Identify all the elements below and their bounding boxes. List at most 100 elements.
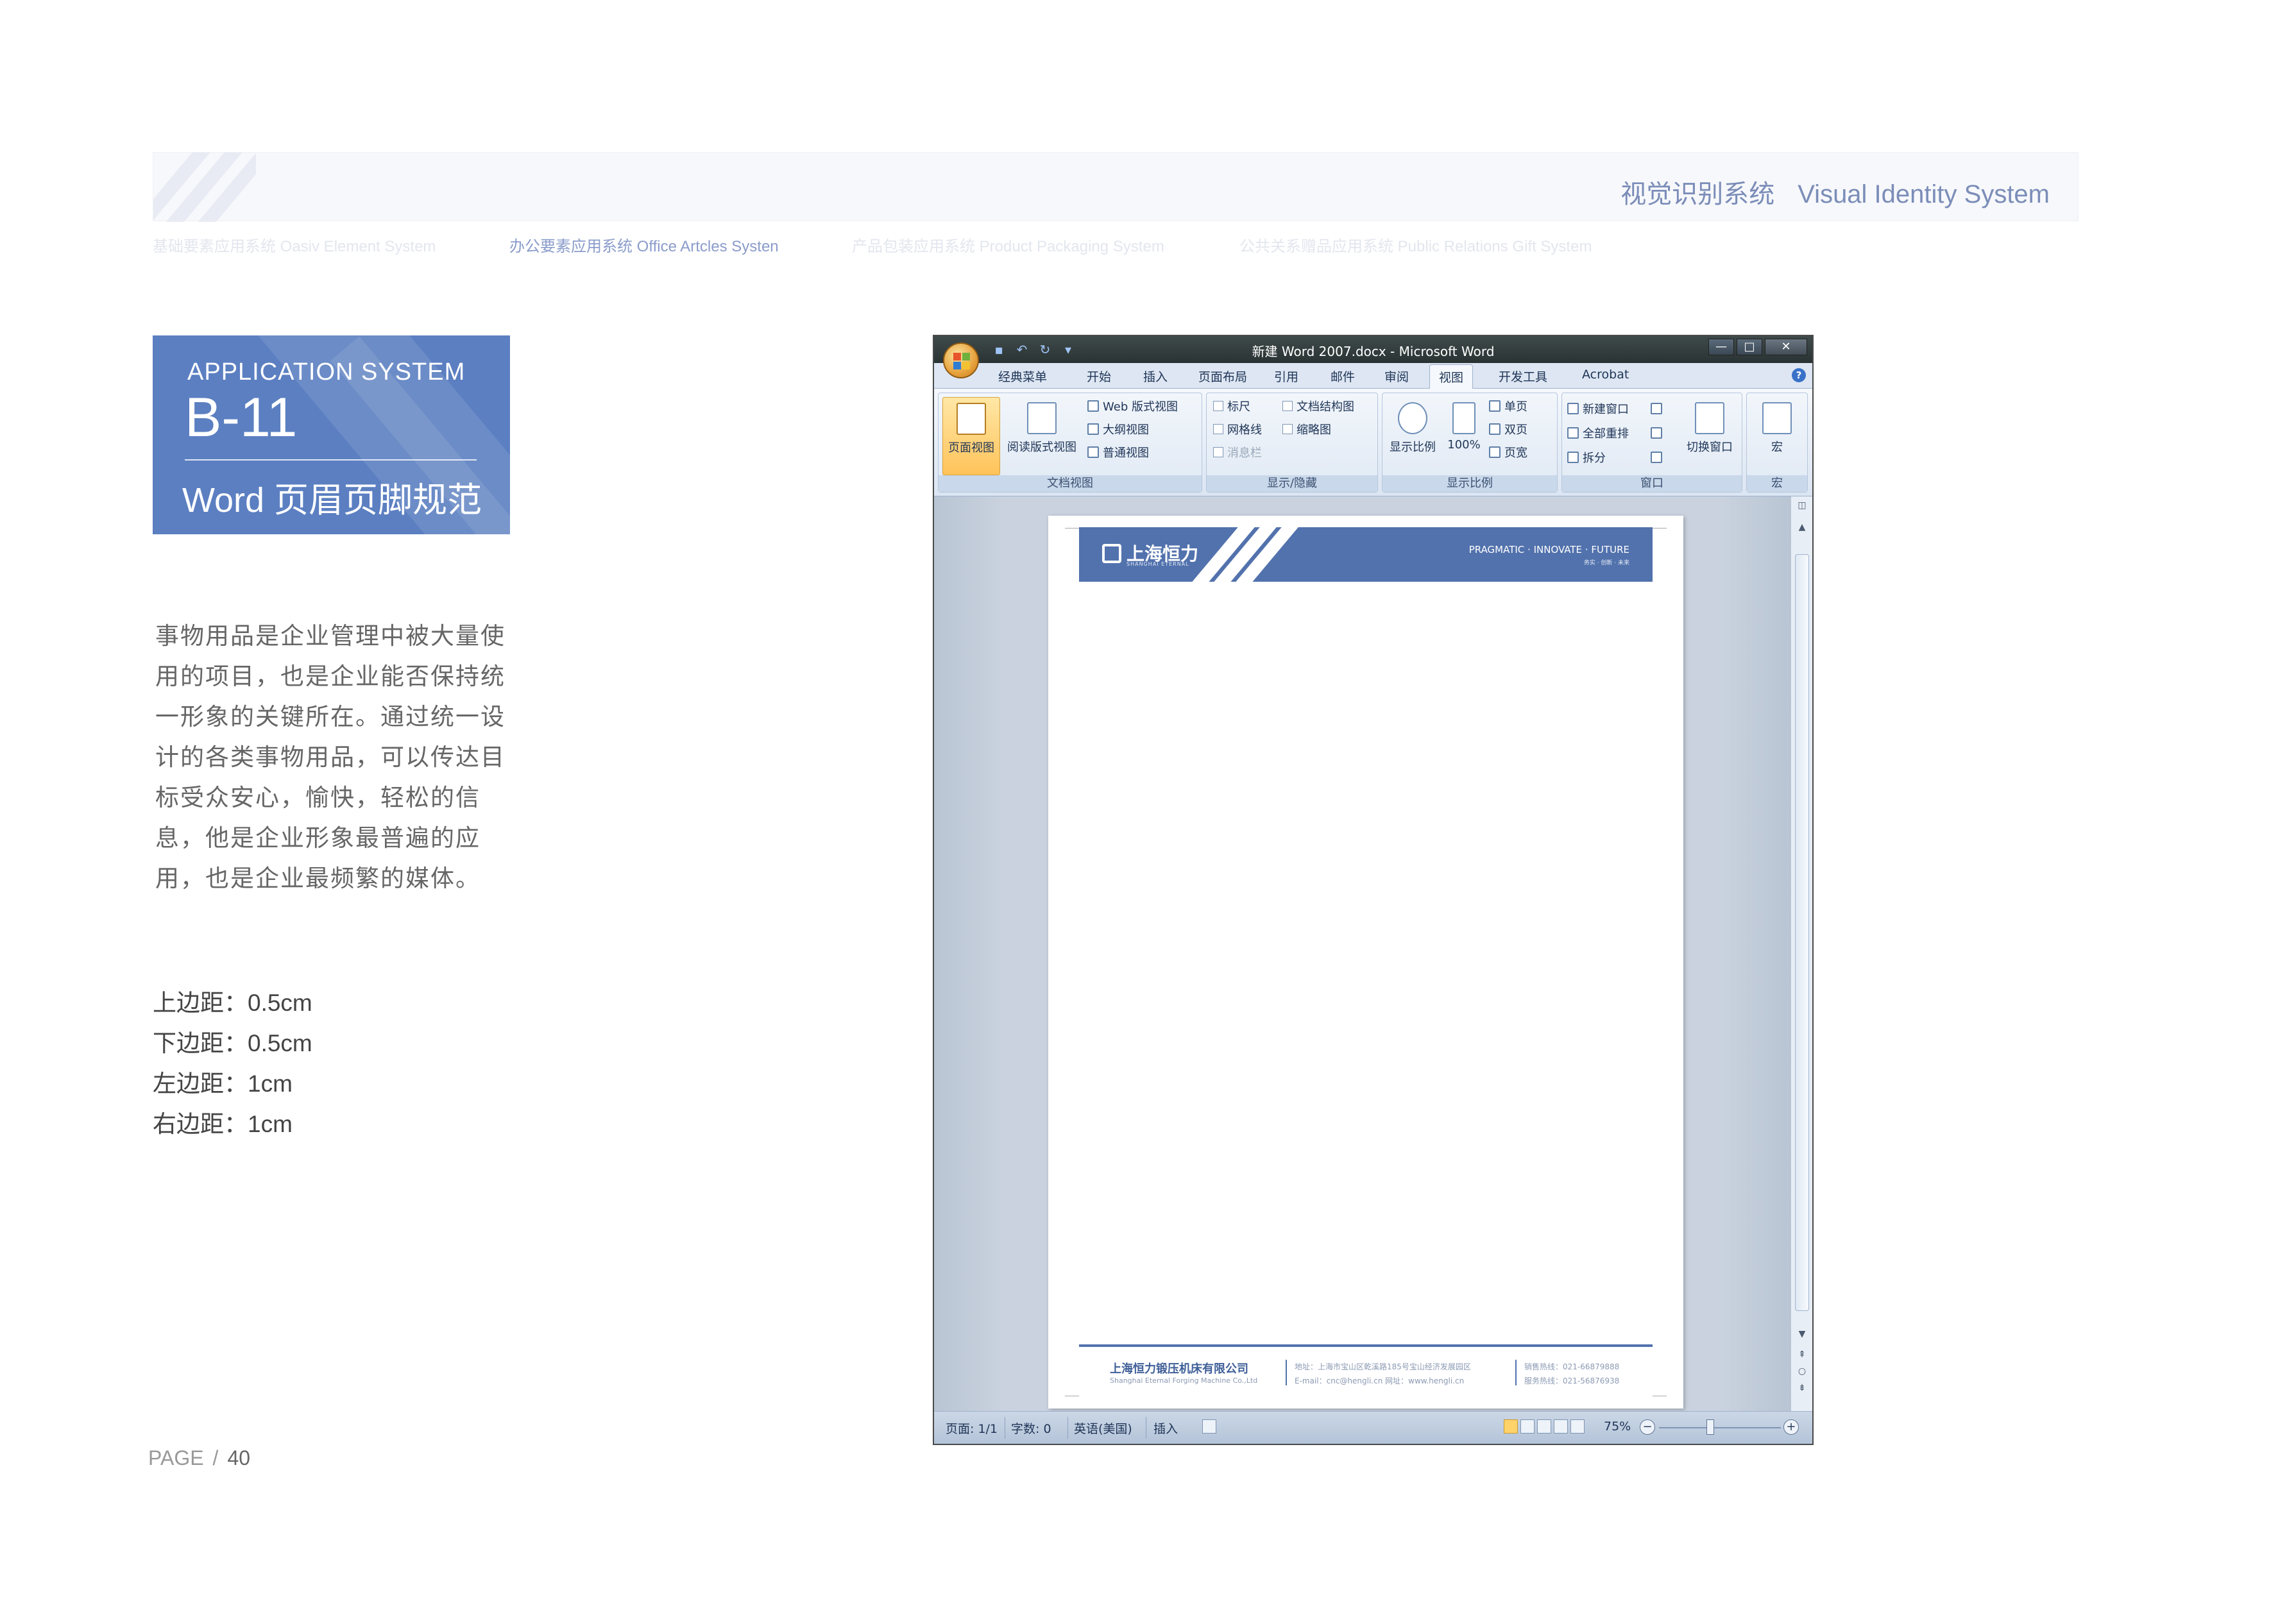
margin-left: 左边距：1cm (153, 1070, 293, 1097)
header-slogan: PRAGMATIC · INNOVATE · FUTURE (1468, 544, 1629, 555)
web-layout-icon (1087, 400, 1099, 412)
reset-window-icon[interactable] (1651, 448, 1662, 466)
message-bar-checkbox[interactable]: 消息栏 (1213, 443, 1262, 461)
zoom-in-icon[interactable]: + (1783, 1419, 1799, 1435)
macros-button[interactable]: 宏 (1749, 397, 1805, 475)
tab-developer[interactable]: 开发工具 (1499, 368, 1547, 385)
status-bar: 页面: 1/1 字数: 0 英语(美国) 插入 75% − + (934, 1411, 1812, 1444)
zoom-slider-thumb[interactable] (1706, 1419, 1714, 1435)
tab-review[interactable]: 审阅 (1384, 368, 1409, 385)
tab-insert[interactable]: 插入 (1143, 368, 1168, 385)
group-zoom: 显示比例 100% 单页 双页 页宽 显示比例 (1382, 393, 1558, 493)
web-layout-button[interactable]: Web 版式视图 (1087, 397, 1178, 415)
vertical-scrollbar[interactable]: ◫ ▲ ▼ ⇞ ○ ⇟ (1790, 496, 1812, 1411)
scroll-up-icon[interactable]: ▲ (1796, 522, 1808, 532)
outline-view-icon[interactable] (1554, 1419, 1568, 1434)
next-page-icon[interactable]: ⇟ (1796, 1383, 1808, 1393)
full-screen-reading-button[interactable]: 阅读版式视图 (1003, 397, 1081, 475)
tab-mailings[interactable]: 邮件 (1331, 368, 1355, 385)
title-bar: ▪ ↶ ↻ ▾ 新建 Word 2007.docx - Microsoft Wo… (934, 336, 1812, 363)
split-button[interactable]: 拆分 (1567, 448, 1606, 466)
nav-item-office-articles[interactable]: 办公要素应用系统 Office Artcles Systen (509, 233, 779, 256)
status-language[interactable]: 英语(美国) (1074, 1419, 1132, 1437)
close-button[interactable]: ✕ (1765, 339, 1807, 355)
page-width-button[interactable]: 页宽 (1489, 443, 1527, 461)
group-document-views: 页面视图 阅读版式视图 Web 版式视图 大纲视图 普通视图 文档视图 (938, 393, 1202, 493)
office-logo-icon (953, 353, 961, 360)
group-label: 窗口 (1562, 475, 1742, 492)
tab-acrobat[interactable]: Acrobat (1582, 368, 1629, 382)
status-word-count[interactable]: 字数: 0 (1011, 1419, 1051, 1437)
page-label: PAGE (148, 1446, 204, 1469)
status-insert-mode[interactable]: 插入 (1153, 1419, 1178, 1437)
two-pages-button[interactable]: 双页 (1489, 420, 1527, 438)
document-map-checkbox[interactable]: 文档结构图 (1282, 397, 1354, 415)
company-logo-icon (1102, 544, 1121, 563)
margin-spec-list: 上边距：0.5cm 下边距：0.5cm 左边距：1cm 右边距：1cm (153, 983, 312, 1144)
print-layout-icon (957, 403, 986, 435)
maximize-button[interactable]: □ (1737, 339, 1762, 355)
header-slogan-cn: 务实 · 创新 · 未来 (1583, 560, 1629, 566)
badge-system-label: APPLICATION SYSTEM (187, 359, 466, 385)
minimize-button[interactable]: — (1708, 339, 1734, 355)
browse-object-icon[interactable]: ○ (1796, 1366, 1808, 1376)
thumbnails-checkbox[interactable]: 缩略图 (1282, 420, 1331, 438)
crop-mark (1653, 1396, 1667, 1410)
tab-view[interactable]: 视图 (1429, 364, 1474, 389)
group-label: 文档视图 (939, 475, 1202, 492)
print-layout-view-icon[interactable] (1504, 1419, 1518, 1434)
draft-view-button[interactable]: 普通视图 (1087, 443, 1149, 461)
page-number-value: 40 (227, 1446, 251, 1469)
page-footer-rule (1079, 1344, 1653, 1347)
one-page-icon (1489, 400, 1501, 412)
nav-item-basic-elements[interactable]: 基础要素应用系统 Oasiv Element System (153, 233, 436, 256)
group-label: 宏 (1747, 475, 1807, 492)
status-page[interactable]: 页面: 1/1 (946, 1419, 998, 1437)
company-logo-en: SHANGHAI ETERNAL (1127, 561, 1189, 567)
zoom-slider[interactable] (1659, 1427, 1781, 1428)
outline-view-button[interactable]: 大纲视图 (1087, 420, 1149, 438)
crop-mark (1065, 1396, 1079, 1410)
new-window-button[interactable]: 新建窗口 (1567, 400, 1629, 418)
zoom-100-button[interactable]: 100% (1441, 397, 1486, 475)
view-side-by-side-icon[interactable] (1651, 400, 1662, 418)
section-badge: APPLICATION SYSTEM B-11 Word 页眉页脚规范 (153, 335, 510, 534)
web-layout-view-icon[interactable] (1537, 1419, 1551, 1434)
zoom-out-icon[interactable]: − (1640, 1419, 1655, 1435)
footer-address: 地址：上海市宝山区乾溪路185号宝山经济发展园区 (1295, 1362, 1471, 1371)
document-page[interactable]: 上海恒力 SHANGHAI ETERNAL PRAGMATIC · INNOVA… (1048, 516, 1683, 1409)
draft-icon (1087, 446, 1099, 458)
help-icon[interactable]: ? (1792, 368, 1806, 382)
draft-view-icon[interactable] (1570, 1419, 1585, 1434)
full-screen-view-icon[interactable] (1520, 1419, 1535, 1434)
full-screen-reading-icon (1027, 402, 1057, 434)
nav-item-product-packaging[interactable]: 产品包装应用系统 Product Packaging System (852, 233, 1164, 256)
description-paragraph: 事物用品是企业管理中被大量使用的项目，也是企业能否保持统一形象的关键所在。通过统… (155, 623, 506, 892)
sync-scrolling-icon[interactable] (1651, 424, 1662, 442)
macro-record-icon[interactable] (1202, 1419, 1216, 1434)
arrange-all-button[interactable]: 全部重排 (1567, 424, 1629, 442)
scrollbar-thumb[interactable] (1795, 554, 1809, 1311)
ruler-toggle-icon[interactable]: ◫ (1796, 500, 1808, 511)
footer-company-name: 上海恒力锻压机床有限公司 (1110, 1362, 1248, 1376)
tab-references[interactable]: 引用 (1274, 368, 1298, 385)
office-button[interactable] (943, 343, 979, 378)
tab-home[interactable]: 开始 (1087, 368, 1111, 385)
footer-sales-hotline: 销售热线：021-66879888 (1524, 1362, 1620, 1371)
tab-classic-menu[interactable]: 经典菜单 (998, 368, 1047, 385)
tab-page-layout[interactable]: 页面布局 (1198, 368, 1247, 385)
print-layout-button[interactable]: 页面视图 (942, 397, 1000, 475)
group-label: 显示比例 (1382, 475, 1557, 492)
macros-icon (1762, 402, 1792, 434)
ruler-checkbox[interactable]: 标尺 (1213, 397, 1250, 415)
scroll-down-icon[interactable]: ▼ (1796, 1329, 1808, 1339)
zoom-button[interactable]: 显示比例 (1384, 397, 1441, 475)
previous-page-icon[interactable]: ⇞ (1796, 1349, 1808, 1360)
gridlines-checkbox[interactable]: 网格线 (1213, 420, 1262, 438)
page-100-icon (1452, 402, 1475, 434)
nav-item-public-relations[interactable]: 公共关系赠品应用系统 Public Relations Gift System (1239, 233, 1592, 256)
one-page-button[interactable]: 单页 (1489, 397, 1527, 415)
group-show-hide: 标尺 网格线 消息栏 文档结构图 缩略图 显示/隐藏 (1206, 393, 1378, 493)
switch-windows-button[interactable]: 切换窗口 (1679, 397, 1740, 475)
zoom-level[interactable]: 75% (1604, 1419, 1631, 1434)
